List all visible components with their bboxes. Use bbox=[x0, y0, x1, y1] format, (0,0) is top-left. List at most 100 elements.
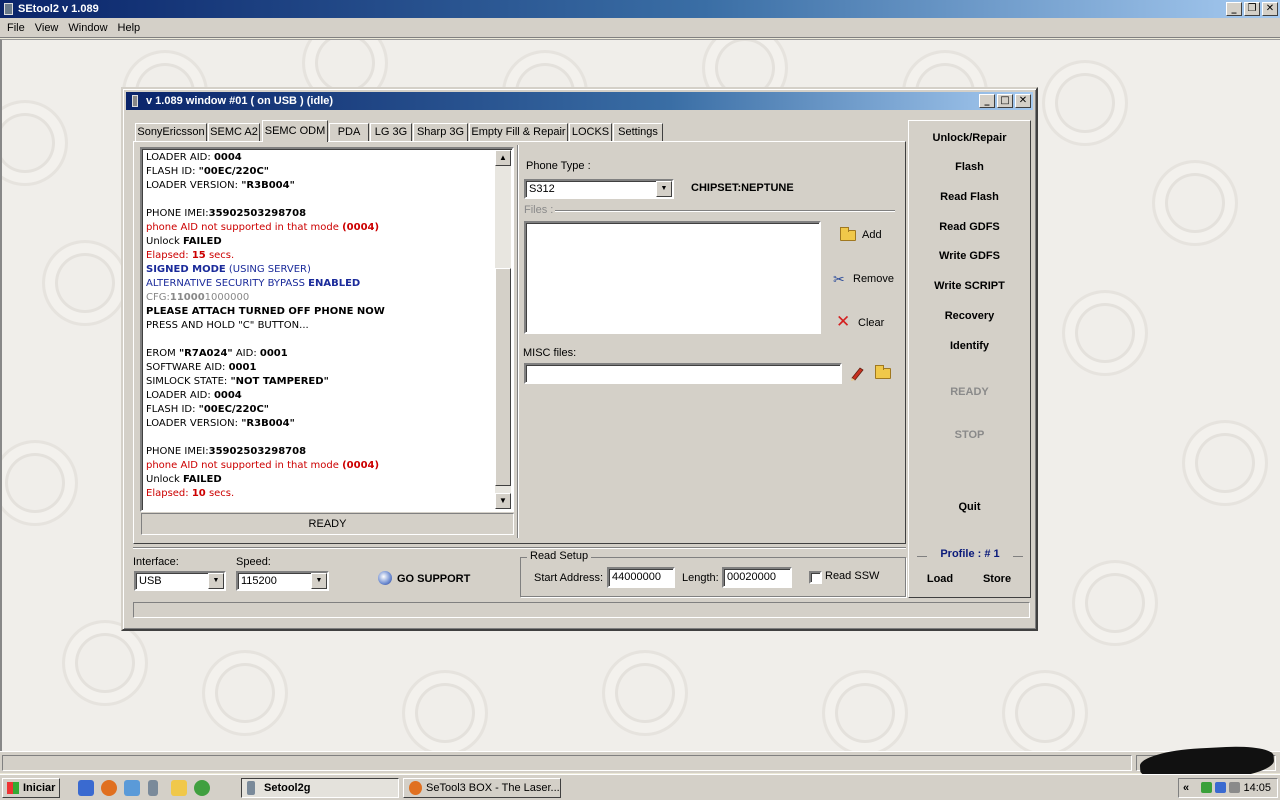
quicklaunch-usb-icon[interactable] bbox=[148, 780, 158, 796]
read-flash-button[interactable]: Read Flash bbox=[909, 188, 1030, 206]
log-line: SIMLOCK STATE: "NOT TAMPERED" bbox=[146, 376, 329, 387]
log-line: Unlock FAILED bbox=[146, 236, 222, 247]
menu-help[interactable]: Help bbox=[113, 22, 146, 34]
log-line: PRESS AND HOLD "C" BUTTON... bbox=[146, 320, 309, 331]
dropdown-arrow-icon[interactable]: ▼ bbox=[208, 573, 224, 589]
read-ssw-label[interactable]: Read SSW bbox=[825, 570, 879, 582]
add-file-button[interactable]: Add bbox=[840, 225, 882, 245]
unlock-repair-button[interactable]: Unlock/Repair bbox=[909, 129, 1030, 147]
store-profile-button[interactable]: Store bbox=[975, 570, 1019, 588]
panel-divider bbox=[517, 145, 519, 538]
log-line: PHONE IMEI:35902503298708 bbox=[146, 446, 307, 457]
edit-pencil-icon[interactable] bbox=[849, 365, 865, 381]
files-list[interactable] bbox=[524, 221, 821, 334]
tab-semc-odm[interactable]: SEMC ODM bbox=[262, 120, 328, 142]
minimize-button[interactable]: _ bbox=[1226, 2, 1242, 16]
log-line: LOADER AID: 0004 bbox=[146, 152, 242, 163]
scissors-icon: ✂ bbox=[833, 272, 845, 288]
length-input[interactable]: 00020000 bbox=[722, 567, 792, 588]
remove-file-button[interactable]: ✂ Remove bbox=[831, 269, 894, 289]
task-setool3-box[interactable]: SeTool3 BOX - The Laser... bbox=[403, 778, 561, 798]
scroll-up-button[interactable]: ▲ bbox=[495, 150, 511, 166]
menu-view[interactable]: View bbox=[30, 22, 64, 34]
quicklaunch-messenger-icon[interactable] bbox=[124, 780, 140, 796]
tab-locks[interactable]: LOCKS bbox=[569, 123, 612, 142]
write-gdfs-button[interactable]: Write GDFS bbox=[909, 247, 1030, 265]
misc-files-input[interactable] bbox=[524, 363, 842, 384]
child-close-button[interactable]: ✕ bbox=[1015, 94, 1031, 108]
app-title-bar: SEtool2 v 1.089 _ ❐ ✕ bbox=[0, 0, 1280, 18]
phone-type-select[interactable]: S312 ▼ bbox=[524, 179, 674, 199]
usb-icon bbox=[247, 781, 255, 795]
chipset-label: CHIPSET:NEPTUNE bbox=[691, 182, 794, 194]
close-button[interactable]: ✕ bbox=[1262, 2, 1278, 16]
start-address-input[interactable]: 44000000 bbox=[607, 567, 675, 588]
menu-file[interactable]: File bbox=[2, 22, 30, 34]
progress-bar bbox=[133, 602, 1030, 618]
support-icon bbox=[378, 571, 392, 585]
tab-pda[interactable]: PDA bbox=[329, 123, 369, 142]
windows-logo-icon bbox=[7, 782, 19, 794]
child-maximize-button[interactable]: □ bbox=[997, 94, 1013, 108]
tab-lg-3g[interactable]: LG 3G bbox=[370, 123, 412, 142]
identify-button[interactable]: Identify bbox=[909, 337, 1030, 355]
log-output[interactable]: LOADER AID: 0004 FLASH ID: "00EC/220C" LOA… bbox=[140, 147, 514, 512]
background-seal bbox=[1002, 670, 1088, 751]
background-seal bbox=[2, 440, 78, 526]
quicklaunch-ie-icon[interactable] bbox=[78, 780, 94, 796]
clear-files-button[interactable]: ✕ Clear bbox=[836, 312, 884, 333]
read-gdfs-button[interactable]: Read GDFS bbox=[909, 218, 1030, 236]
misc-browse-button[interactable] bbox=[875, 365, 891, 383]
scroll-down-button[interactable]: ▼ bbox=[495, 493, 511, 509]
speed-select[interactable]: 115200 ▼ bbox=[236, 571, 329, 591]
interface-label: Interface: bbox=[133, 556, 179, 568]
bottom-separator bbox=[133, 547, 906, 549]
scroll-thumb[interactable] bbox=[495, 268, 511, 486]
dropdown-arrow-icon[interactable]: ▼ bbox=[311, 573, 327, 589]
log-line: FLASH ID: "00EC/220C" bbox=[146, 404, 270, 415]
log-line: Elapsed: 15 secs. bbox=[146, 250, 235, 261]
task-setool2g[interactable]: Setool2g bbox=[241, 778, 399, 798]
go-support-button[interactable]: GO SUPPORT bbox=[378, 569, 470, 589]
flash-button[interactable]: Flash bbox=[909, 158, 1030, 176]
background-seal bbox=[2, 100, 68, 186]
dropdown-arrow-icon[interactable]: ▼ bbox=[656, 181, 672, 197]
log-line: PLEASE ATTACH TURNED OFF PHONE NOW bbox=[146, 306, 385, 317]
start-button[interactable]: Iniciar bbox=[2, 778, 60, 798]
log-line: Elapsed: 10 secs. bbox=[146, 488, 235, 499]
tray-network-icon[interactable] bbox=[1201, 782, 1212, 793]
firefox-icon bbox=[409, 781, 422, 795]
tray-security-icon[interactable] bbox=[1215, 782, 1226, 793]
background-seal bbox=[1042, 60, 1128, 146]
log-line: phone AID not supported in that mode (00… bbox=[146, 222, 380, 233]
quicklaunch-folder-icon[interactable] bbox=[171, 780, 187, 796]
log-line: PHONE IMEI:35902503298708 bbox=[146, 208, 307, 219]
read-ssw-checkbox[interactable] bbox=[809, 571, 822, 584]
tab-semc-a2[interactable]: SEMC A2 bbox=[208, 123, 260, 142]
load-profile-button[interactable]: Load bbox=[919, 570, 961, 588]
restore-button[interactable]: ❐ bbox=[1244, 2, 1260, 16]
tab-settings[interactable]: Settings bbox=[613, 123, 663, 142]
tab-sonyericsson[interactable]: SonyEricsson bbox=[135, 123, 207, 142]
menu-window[interactable]: Window bbox=[63, 22, 112, 34]
quit-button[interactable]: Quit bbox=[909, 498, 1030, 516]
clock: 14:05 bbox=[1243, 782, 1271, 794]
tray-expand-icon[interactable]: « bbox=[1183, 779, 1189, 797]
profile-label: Profile : # 1 bbox=[915, 548, 1025, 564]
recovery-button[interactable]: Recovery bbox=[909, 307, 1030, 325]
taskbar: Iniciar Setool2g SeTool3 BOX - The Laser… bbox=[0, 774, 1280, 800]
stop-button[interactable]: STOP bbox=[909, 426, 1030, 444]
quicklaunch-globe-icon[interactable] bbox=[194, 780, 210, 796]
interface-select[interactable]: USB ▼ bbox=[134, 571, 226, 591]
tab-empty-fill-repair[interactable]: Empty Fill & Repair bbox=[469, 123, 568, 142]
background-seal bbox=[602, 650, 688, 736]
child-minimize-button[interactable]: _ bbox=[979, 94, 995, 108]
files-separator bbox=[555, 210, 895, 212]
write-script-button[interactable]: Write SCRIPT bbox=[909, 277, 1030, 295]
log-scrollbar[interactable]: ▲ ▼ bbox=[495, 150, 511, 509]
tab-sharp-3g[interactable]: Sharp 3G bbox=[413, 123, 468, 142]
tray-volume-icon[interactable] bbox=[1229, 782, 1240, 793]
tool-window-title-bar: v 1.089 window #01 ( on USB ) (idle) bbox=[126, 92, 1033, 110]
quicklaunch-firefox-icon[interactable] bbox=[101, 780, 117, 796]
